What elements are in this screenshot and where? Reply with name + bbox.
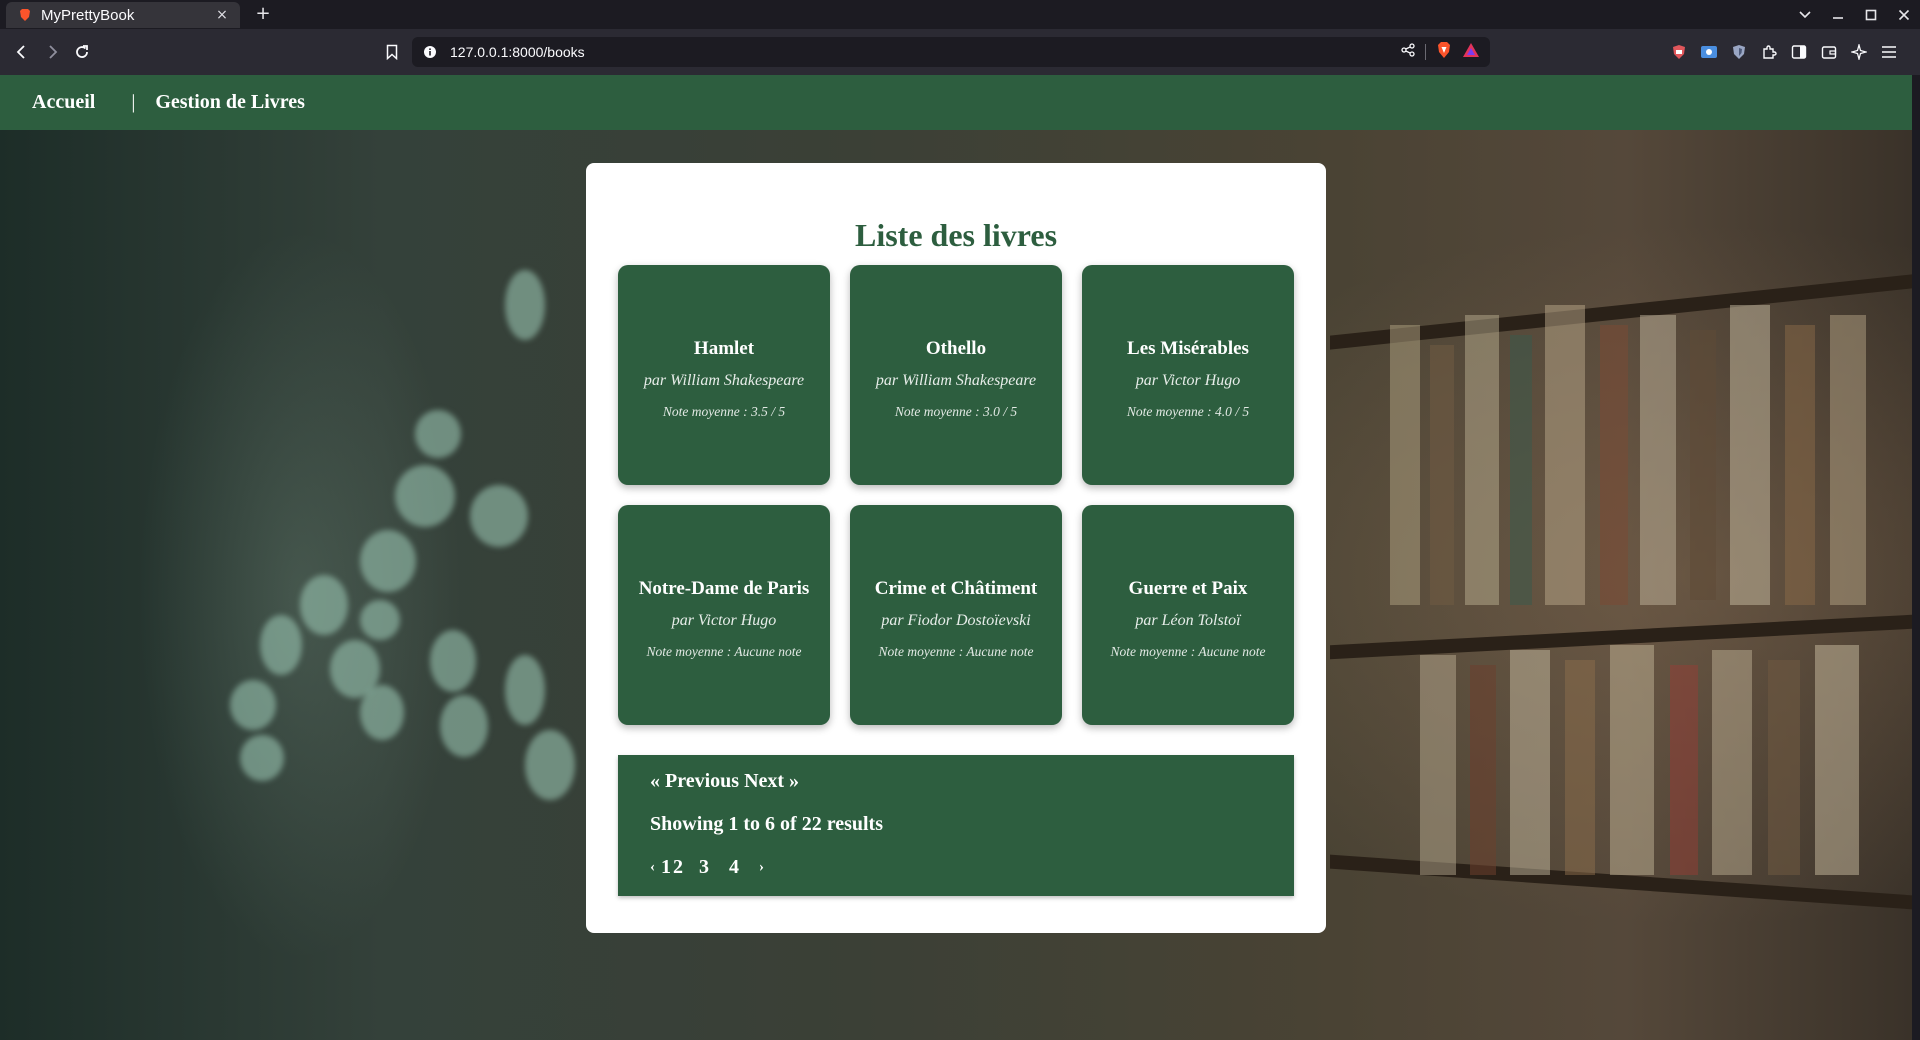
book-card[interactable]: Othello par William Shakespeare Note moy… [850,265,1062,485]
results-summary: Showing 1 to 6 of 22 results [650,813,883,835]
reload-icon[interactable] [68,38,96,66]
info-icon[interactable] [422,44,438,60]
book-card[interactable]: Crime et Châtiment par Fiodor Dostoïevsk… [850,505,1062,725]
book-rating: Note moyenne : 3.0 / 5 [894,404,1018,419]
book-rating: Note moyenne : Aucune note [878,644,1034,659]
page-viewport: Accueil | Gestion de Livres Liste des li… [0,75,1912,1040]
tab-list-chevron-icon[interactable] [1788,0,1821,29]
book-author: par William Shakespeare [643,372,805,389]
prev-page-arrow[interactable]: ‹ [650,859,655,876]
book-list-panel: Liste des livres Hamlet par William Shak… [586,163,1326,933]
leo-ai-icon[interactable] [1848,41,1870,63]
url-text[interactable]: 127.0.0.1:8000/books [450,44,1401,60]
page-link-3[interactable]: 3 [699,856,709,879]
window-controls [1788,0,1920,29]
book-rating: Note moyenne : 4.0 / 5 [1126,404,1250,419]
pagination: « Previous Next » Showing 1 to 6 of 22 r… [618,755,1294,896]
vpn-shield-icon[interactable] [1668,41,1690,63]
site-header: Accueil | Gestion de Livres [0,75,1912,130]
page-link-1: 1 [661,855,671,878]
book-author: par Victor Hugo [671,612,777,629]
book-card[interactable]: Hamlet par William Shakespeare Note moye… [618,265,830,485]
previous-link[interactable]: « Previous [650,770,739,792]
simple-pagination: « Previous Next » [650,769,1262,793]
page-links: ‹ 1 2 3 4 › [650,855,1262,879]
book-title: Les Misérables [1127,338,1249,359]
next-link[interactable]: Next » [744,770,799,792]
page-link-4[interactable]: 4 [729,856,739,879]
book-author: par Victor Hugo [1135,372,1241,389]
book-title: Notre-Dame de Paris [638,578,810,599]
share-icon[interactable] [1401,42,1415,62]
page-link-2[interactable]: 2 [673,856,683,879]
address-bar[interactable]: 127.0.0.1:8000/books [412,37,1490,67]
sidebar-icon[interactable] [1788,41,1810,63]
nav-separator: | [131,91,136,113]
privacy-badger-icon[interactable] [1728,41,1750,63]
book-author: par William Shakespeare [875,372,1037,389]
book-author: par Léon Tolstoï [1135,612,1241,629]
book-title: Hamlet [693,338,755,359]
bookmark-icon[interactable] [378,38,406,66]
menu-icon[interactable] [1878,41,1900,63]
browser-tabstrip: MyPrettyBook × + [0,0,1920,29]
book-card[interactable]: Guerre et Paix par Léon Tolstoï Note moy… [1082,505,1294,725]
book-title: Othello [925,338,987,359]
nav-link-books[interactable]: Gestion de Livres [155,91,305,114]
back-icon[interactable] [8,38,36,66]
book-author: par Fiodor Dostoïevski [881,612,1031,629]
brave-rewards-icon[interactable] [1462,42,1480,63]
tab-title: MyPrettyBook [41,6,135,24]
book-card[interactable]: Les Misérables par Victor Hugo Note moye… [1082,265,1294,485]
book-grid: Hamlet par William Shakespeare Note moye… [618,265,1294,725]
scrollbar-gutter [1912,75,1920,1040]
brave-lion-icon [18,8,32,22]
close-window-icon[interactable] [1887,0,1920,29]
browser-tab-active[interactable]: MyPrettyBook × [6,2,240,28]
maximize-icon[interactable] [1854,0,1887,29]
extension-icon[interactable] [1758,41,1780,63]
book-rating: Note moyenne : Aucune note [646,644,802,659]
book-rating: Note moyenne : Aucune note [1110,644,1266,659]
browser-extensions [1668,38,1900,66]
book-title: Crime et Châtiment [874,578,1038,599]
address-bar-divider [1425,44,1426,60]
book-card[interactable]: Notre-Dame de Paris par Victor Hugo Note… [618,505,830,725]
wallet-icon[interactable] [1818,41,1840,63]
page-title: Liste des livres [854,217,1058,253]
tab-close-icon[interactable]: × [214,7,230,23]
minimize-icon[interactable] [1821,0,1854,29]
new-tab-button[interactable]: + [252,3,274,25]
book-title: Guerre et Paix [1128,578,1248,599]
picture-in-picture-icon[interactable] [1698,41,1720,63]
address-bar-actions [1401,41,1490,64]
nav-link-home[interactable]: Accueil [32,91,95,114]
brave-shields-icon[interactable] [1436,41,1452,64]
browser-toolbar: 127.0.0.1:8000/books [0,29,1920,75]
forward-icon[interactable] [38,38,66,66]
next-page-arrow[interactable]: › [759,859,764,876]
book-rating: Note moyenne : 3.5 / 5 [662,404,786,419]
